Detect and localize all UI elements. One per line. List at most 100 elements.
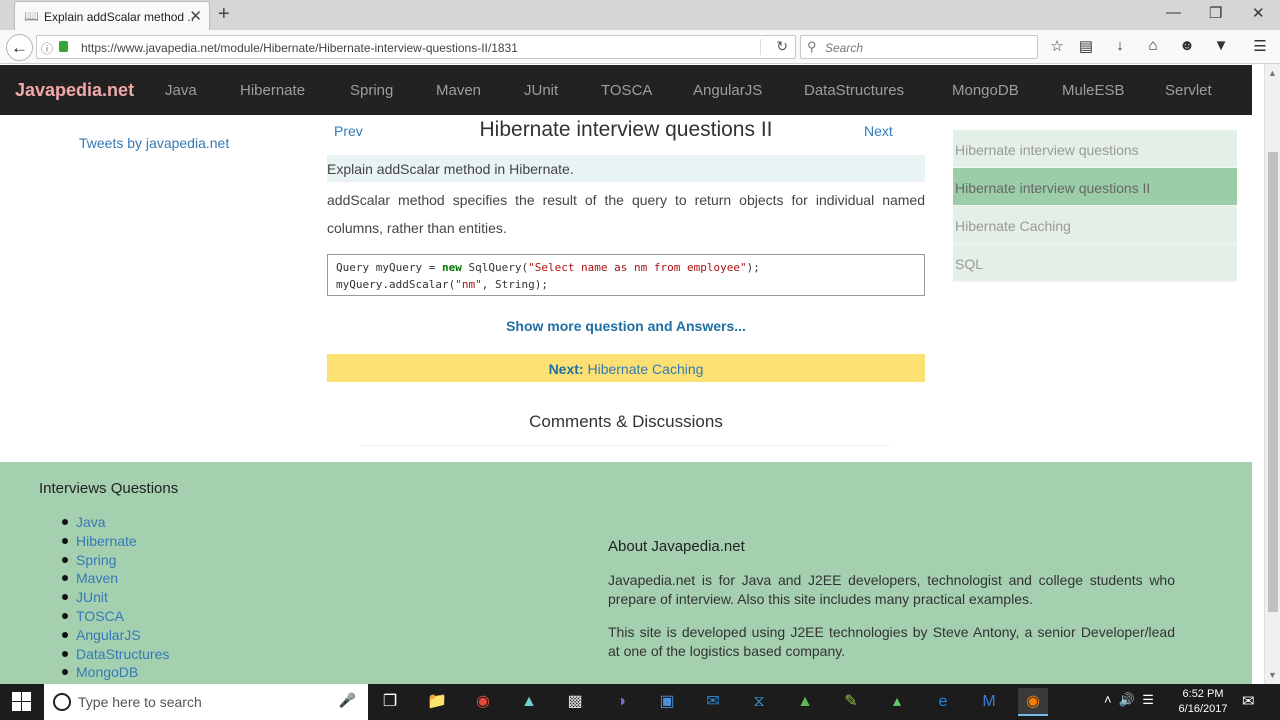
footer-link[interactable]: AngularJS — [62, 626, 169, 645]
chrome-icon[interactable]: ◉ — [468, 688, 498, 716]
next-question-link[interactable]: Hibernate Caching — [587, 361, 703, 377]
footer-link-list: Java Hibernate Spring Maven JUnit TOSCA … — [62, 513, 169, 682]
site-brand[interactable]: Javapedia.net — [15, 80, 134, 101]
show-more-link[interactable]: Show more question and Answers... — [327, 318, 925, 334]
task-view-icon[interactable]: ❐ — [375, 688, 405, 716]
related-item[interactable]: Hibernate Caching — [953, 206, 1237, 244]
browser-tab[interactable]: 📖 Explain addScalar method ... ✕ — [14, 1, 210, 30]
file-explorer-icon[interactable]: 📁 — [422, 688, 452, 716]
pocket-icon[interactable]: ▼ — [1211, 37, 1231, 54]
site-navbar: Javapedia.net Java Hibernate Spring Mave… — [0, 65, 1252, 115]
nav-maven[interactable]: Maven — [436, 82, 481, 99]
about-paragraph: Javapedia.net is for Java and J2EE devel… — [608, 572, 1175, 607]
taskbar-search-input[interactable]: Type here to search 🎤 — [44, 684, 368, 720]
nav-servlet[interactable]: Servlet — [1165, 82, 1212, 99]
app-icon[interactable]: ▲ — [514, 688, 544, 716]
browser-tab-bar: 📖 Explain addScalar method ... ✕ + — ❐ ✕ — [0, 0, 1280, 30]
scroll-up-icon[interactable]: ▲ — [1268, 68, 1277, 78]
next-question-bar: Next: Hibernate Caching — [327, 354, 925, 382]
minimize-icon[interactable]: — — [1166, 4, 1181, 21]
app-icon[interactable]: ▣ — [652, 688, 682, 716]
lock-icon — [59, 41, 68, 52]
edge-icon[interactable]: e — [928, 688, 958, 716]
clock[interactable]: 6:52 PM 6/16/2017 — [1172, 687, 1234, 717]
notification-icon[interactable]: ✉ — [1242, 692, 1255, 710]
new-tab-icon[interactable]: + — [218, 3, 230, 26]
notepad-icon[interactable]: ✎ — [836, 688, 866, 716]
page-icon: 📖 — [24, 9, 39, 23]
footer-link[interactable]: Maven — [62, 569, 169, 588]
menu-icon[interactable]: ☰ — [1250, 37, 1270, 55]
scroll-down-icon[interactable]: ▼ — [1268, 670, 1277, 680]
code-text: ); — [746, 261, 760, 274]
related-item[interactable]: SQL — [953, 244, 1237, 282]
browser-search-input[interactable]: ⚲ Search — [800, 35, 1038, 59]
command-prompt-icon[interactable]: ▩ — [560, 688, 590, 716]
url-text[interactable]: https://www.javapedia.net/module/Hiberna… — [81, 41, 518, 55]
nav-spring[interactable]: Spring — [350, 82, 393, 99]
taskbar-search-placeholder: Type here to search — [78, 694, 202, 710]
firefox-icon[interactable]: ◉ — [1018, 688, 1048, 716]
reading-list-icon[interactable]: ▤ — [1076, 37, 1096, 55]
footer-link[interactable]: MongoDB — [62, 663, 169, 682]
app-icon[interactable]: ▲ — [790, 688, 820, 716]
related-item[interactable]: Hibernate interview questions — [953, 130, 1237, 168]
footer-link[interactable]: Spring — [62, 551, 169, 570]
windows-start-icon[interactable] — [12, 692, 32, 712]
page-scrollbar[interactable]: ▲ ▼ — [1264, 64, 1280, 684]
nav-hibernate[interactable]: Hibernate — [240, 82, 305, 99]
tab-title: Explain addScalar method ... — [44, 10, 194, 24]
chat-icon[interactable]: ☻ — [1177, 37, 1197, 54]
code-text: myQuery.addScalar( — [336, 278, 456, 291]
close-tab-icon[interactable]: ✕ — [189, 7, 202, 25]
home-icon[interactable]: ⌂ — [1143, 37, 1163, 54]
mail-icon[interactable]: ✉ — [698, 688, 728, 716]
footer-link[interactable]: TOSCA — [62, 607, 169, 626]
prev-link[interactable]: Prev — [334, 123, 363, 139]
reload-icon[interactable]: ↻ — [776, 38, 788, 55]
code-keyword: new — [441, 261, 462, 274]
app-icon[interactable]: ▴ — [882, 688, 912, 716]
nav-tosca[interactable]: TOSCA — [601, 82, 652, 99]
windows-taskbar: Type here to search 🎤 ❐ 📁 ◉ ▲ ▩ ◑ ▣ ✉ ⧖ … — [0, 684, 1280, 720]
nav-junit[interactable]: JUnit — [524, 82, 558, 99]
next-link[interactable]: Next — [864, 123, 893, 139]
visual-studio-icon[interactable]: ⧖ — [744, 688, 774, 716]
comments-heading: Comments & Discussions — [529, 412, 723, 431]
nav-datastructures[interactable]: DataStructures — [804, 82, 904, 99]
footer-link[interactable]: DataStructures — [62, 645, 169, 664]
next-label: Next: — [548, 361, 584, 377]
download-icon[interactable]: ↓ — [1110, 37, 1130, 54]
footer-link[interactable]: Java — [62, 513, 169, 532]
answer-text: addScalar method specifies the result of… — [327, 192, 925, 236]
footer-link[interactable]: JUnit — [62, 588, 169, 607]
site-footer: Interviews Questions Java Hibernate Spri… — [0, 462, 1252, 684]
nav-muleesb[interactable]: MuleESB — [1062, 82, 1125, 99]
url-bar[interactable]: ⓘ https://www.javapedia.net/module/Hiber… — [36, 35, 796, 59]
nav-angularjs[interactable]: AngularJS — [693, 82, 762, 99]
bookmark-star-icon[interactable]: ☆ — [1047, 37, 1067, 55]
microphone-icon[interactable]: 🎤 — [339, 692, 356, 709]
info-icon[interactable]: ⓘ — [41, 40, 53, 57]
nav-mongodb[interactable]: MongoDB — [952, 82, 1019, 99]
footer-link[interactable]: Hibernate — [62, 532, 169, 551]
cortana-icon — [53, 693, 71, 711]
page-title: Hibernate interview questions II — [479, 118, 773, 141]
footer-heading: Interviews Questions — [39, 480, 179, 497]
nav-java[interactable]: Java — [165, 82, 197, 99]
related-questions-list: Hibernate interview questions Hibernate … — [953, 130, 1237, 282]
eclipse-icon[interactable]: ◑ — [606, 688, 636, 716]
tweets-link[interactable]: Tweets by javapedia.net — [79, 135, 229, 151]
system-tray-icons[interactable]: ˄ 🔊 ☰ — [1104, 692, 1154, 708]
about-heading: About Javapedia.net — [608, 538, 745, 555]
browser-toolbar: ← ⓘ https://www.javapedia.net/module/Hib… — [0, 30, 1280, 64]
code-text: SqlQuery( — [461, 261, 529, 274]
app-icon[interactable]: M — [974, 688, 1004, 716]
restore-icon[interactable]: ❐ — [1209, 4, 1222, 22]
back-button[interactable]: ← — [6, 34, 33, 61]
about-paragraph: This site is developed using J2EE techno… — [608, 624, 1175, 659]
close-window-icon[interactable]: ✕ — [1252, 4, 1265, 22]
search-icon: ⚲ — [807, 39, 817, 54]
scrollbar-thumb[interactable] — [1268, 152, 1278, 612]
related-item-active[interactable]: Hibernate interview questions II — [953, 168, 1237, 206]
